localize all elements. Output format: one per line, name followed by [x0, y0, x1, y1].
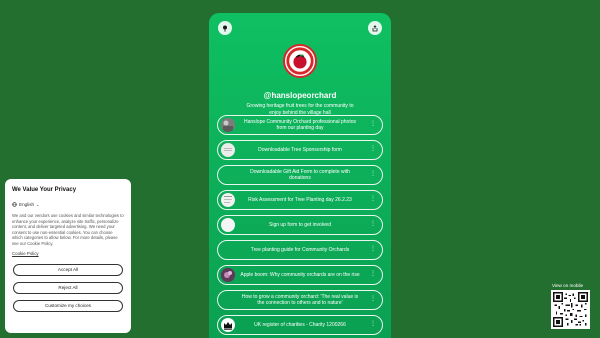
reject-all-button[interactable]: Reject All: [13, 281, 123, 294]
link-thumbnail: [221, 193, 235, 207]
link-label: Hanslope Community Orchard professional …: [244, 119, 356, 131]
orchard-logo: [285, 46, 315, 76]
link-label: UK register of charities - Charity 12002…: [254, 322, 346, 328]
cookie-description: We and our vendors use cookies and simil…: [12, 213, 124, 246]
link-grow-community-orchard[interactable]: How to grow a community orchard: 'The re…: [217, 290, 383, 310]
qr-label: View on mobile: [552, 283, 584, 288]
share-icon: [372, 24, 378, 31]
link-thumbnail: [221, 143, 235, 157]
cookie-title: We Value Your Privacy: [12, 187, 77, 193]
more-icon[interactable]: ⋮: [370, 321, 376, 327]
customize-choices-button[interactable]: Customize my choices: [13, 299, 123, 312]
more-icon[interactable]: ⋮: [370, 296, 376, 302]
qr-code-image: [553, 292, 588, 327]
pin-icon: [223, 25, 227, 32]
more-icon[interactable]: ⋮: [370, 271, 376, 277]
language-label: English: [19, 202, 35, 207]
profile-handle: @hanslopeorchard: [263, 91, 337, 100]
link-charity-register[interactable]: UK register of charities - Charity 12002…: [217, 315, 383, 335]
link-label: How to grow a community orchard: 'The re…: [241, 294, 359, 306]
globe-icon: [12, 202, 17, 207]
crown-icon: [221, 318, 235, 332]
link-label: Tree planting guide for Community Orchar…: [250, 247, 350, 253]
link-label: Downloadable Tree Sponsorship form: [258, 147, 342, 153]
link-label: Apple boom: Why community orchards are o…: [240, 272, 360, 278]
chevron-down-icon: ⌄: [36, 202, 40, 207]
link-gift-aid[interactable]: Downloadable Gift Aid Form to complete w…: [217, 165, 383, 185]
cookie-policy-link[interactable]: Cookie Policy: [12, 251, 124, 256]
link-thumbnail: [221, 218, 235, 232]
link-apple-boom[interactable]: Apple boom: Why community orchards are o…: [217, 265, 383, 285]
more-icon[interactable]: ⋮: [370, 196, 376, 202]
link-label: Risk Assessment for Tree Planting day 26…: [248, 197, 352, 203]
avatar: [283, 44, 317, 78]
link-professional-photos[interactable]: Hanslope Community Orchard professional …: [217, 115, 383, 135]
link-thumbnail: [221, 118, 235, 132]
profile-card: @hanslopeorchard Growing heritage fruit …: [209, 13, 391, 338]
more-icon[interactable]: ⋮: [370, 121, 376, 127]
cookie-consent-dialog: We Value Your Privacy English ⌄ We and o…: [5, 179, 131, 333]
more-icon[interactable]: ⋮: [370, 171, 376, 177]
more-icon[interactable]: ⋮: [370, 246, 376, 252]
share-button[interactable]: [368, 21, 382, 35]
link-label: Sign up form to get involved: [269, 222, 331, 228]
language-selector[interactable]: English ⌄: [12, 202, 124, 207]
link-thumbnail: [221, 268, 235, 282]
link-planting-guide[interactable]: Tree planting guide for Community Orchar…: [217, 240, 383, 260]
accept-all-button[interactable]: Accept All: [13, 263, 123, 276]
more-icon[interactable]: ⋮: [370, 146, 376, 152]
qr-code: [551, 290, 590, 329]
link-risk-assessment[interactable]: Risk Assessment for Tree Planting day 26…: [217, 190, 383, 210]
link-sign-up[interactable]: Sign up form to get involved ⋮: [217, 215, 383, 235]
pin-button[interactable]: [218, 21, 232, 35]
link-label: Downloadable Gift Aid Form to complete w…: [250, 169, 350, 181]
link-tree-sponsorship[interactable]: Downloadable Tree Sponsorship form ⋮: [217, 140, 383, 160]
more-icon[interactable]: ⋮: [370, 221, 376, 227]
link-list: Hanslope Community Orchard professional …: [217, 115, 383, 338]
